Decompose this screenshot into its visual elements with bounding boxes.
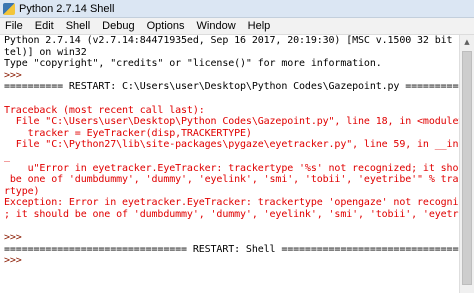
scroll-thumb[interactable] [462,51,472,285]
menu-window[interactable]: Window [191,20,242,32]
shell-output-line: =============================== RESTART:… [4,243,460,255]
shell-output-line: ========== RESTART: C:\Users\user\Deskto… [4,81,460,93]
shell-error-line: Traceback (most recent call last): [4,104,205,116]
shell-output-line: Python 2.7.14 (v2.7.14:84471935ed, Sep 1… [4,35,460,46]
shell-prompt: >>> [4,69,28,81]
shell-output-line: Type "copyright", "credits" or "license(… [4,58,382,70]
shell-error-line: tracker = EyeTracker(disp,TRACKERTYPE) [4,127,252,139]
shell-error-line: File "C:\Python27\lib\site-packages\pyga… [4,139,460,151]
title-bar: Python 2.7.14 Shell [0,0,474,18]
menu-file[interactable]: File [0,20,29,32]
vertical-scrollbar[interactable]: ▲ [459,35,474,293]
shell-prompt: >>> [4,255,28,267]
shell-prompt: >>> [4,232,28,244]
shell-output-line [0,221,460,233]
python-icon [3,2,15,15]
shell-error-line: ; it should be one of 'dumbdummy', 'dumm… [4,208,460,220]
shell-error-line: rtype) [4,185,40,197]
shell-error-line: File "C:\Users\user\Desktop\Python Codes… [4,116,460,128]
menu-bar: File Edit Shell Debug Options Window Hel… [0,18,474,35]
shell-error-line: _ [4,150,10,162]
shell-output-line: tel)] on win32 [4,46,87,58]
menu-help[interactable]: Help [242,20,277,32]
scroll-up-arrow-icon[interactable]: ▲ [460,35,474,49]
menu-options[interactable]: Options [141,20,191,32]
shell-error-line: u"Error in eyetracker.EyeTracker: tracke… [4,162,460,174]
shell-error-line: be one of 'dumbdummy', 'dummy', 'eyelink… [4,174,460,186]
window-title: Python 2.7.14 Shell [19,2,115,15]
menu-shell[interactable]: Shell [60,20,96,32]
shell-output-line [0,93,460,105]
menu-edit[interactable]: Edit [29,20,60,32]
menu-debug[interactable]: Debug [96,20,140,32]
shell-output[interactable]: Python 2.7.14 (v2.7.14:84471935ed, Sep 1… [0,35,460,293]
shell-error-line: Exception: Error in eyetracker.EyeTracke… [4,197,460,209]
